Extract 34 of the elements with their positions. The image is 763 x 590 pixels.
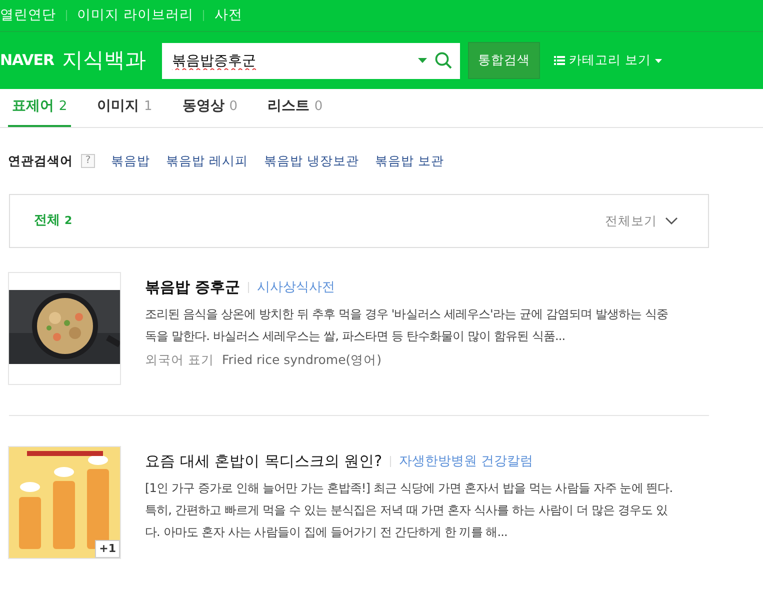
view-all-button[interactable]: 전체보기 xyxy=(599,210,684,232)
result-source[interactable]: 자생한방병원 건강칼럼 xyxy=(399,452,534,471)
help-icon[interactable]: ? xyxy=(81,154,95,168)
meta-label: 외국어 표기 xyxy=(145,350,214,368)
more-images-badge[interactable]: +1 xyxy=(95,540,120,558)
logo-brand[interactable]: NAVER xyxy=(0,49,54,72)
search-icon[interactable] xyxy=(435,52,452,69)
related-term[interactable]: 볶음밥 냉장보관 xyxy=(264,152,359,170)
tab[interactable]: 동영상 0 xyxy=(178,88,242,127)
meta-value: Fried rice syndrome(영어) xyxy=(222,350,382,369)
top-link[interactable]: 사전 xyxy=(214,5,242,26)
top-link[interactable]: 열린연단 xyxy=(0,5,56,26)
top-link[interactable]: 이미지 라이브러리 xyxy=(77,5,194,26)
caret-icon xyxy=(655,58,662,62)
result-snippet: 조리된 음식을 상온에 방치한 뒤 추후 먹을 경우 '바실러스 세레우스'라는 균에 감염되며 발생하는 식중독을 말한다. 바실러스 세레우스는 쌀, 파스타면 등 탄수화물이 많이 함유된 식품... xyxy=(145,306,669,344)
result-title[interactable]: 볶음밥 증후군 xyxy=(145,276,240,298)
related-label: 연관검색어 xyxy=(8,152,73,170)
dropdown-caret-icon[interactable] xyxy=(418,58,428,63)
result-title[interactable]: 요즘 대세 혼밥이 목디스크의 원인? xyxy=(145,450,382,472)
result-source[interactable]: 시사상식사전 xyxy=(257,278,336,297)
related-term[interactable]: 볶음밥 보관 xyxy=(374,152,444,170)
tab[interactable]: 리스트 0 xyxy=(263,88,327,127)
result-snippet: [1인 가구 증가로 인해 늘어만 가는 혼밥족!] 최근 식당에 가면 혼자서 밥을 먹는 사람들 자주 눈에 띈다. 특히, 간편하고 빠르게 먹을 수 있는 분식집은 저녁 때 가면 혼자 식사를 하는 사람이 더 많은 경우도 있다. 아마도 혼자 사는 사람들이 집에 들어가기 전 간단하게 한 끼를 해... xyxy=(145,480,674,540)
related-term[interactable]: 볶음밥 xyxy=(111,152,150,170)
category-button[interactable]: 카테고리 보기 xyxy=(548,50,668,71)
list-icon xyxy=(554,56,566,65)
search-button[interactable]: 통합검색 xyxy=(468,42,540,79)
filter-label[interactable]: 전체 2 xyxy=(34,211,72,231)
tab[interactable]: 표제어 2 xyxy=(8,88,72,127)
search-box[interactable]: 볶음밥증후군 xyxy=(162,42,460,78)
logo-service[interactable]: 지식백과 xyxy=(62,44,146,76)
tab[interactable]: 이미지 1 xyxy=(93,88,156,127)
related-term[interactable]: 볶음밥 레시피 xyxy=(166,152,248,170)
chevron-icon xyxy=(665,217,678,225)
